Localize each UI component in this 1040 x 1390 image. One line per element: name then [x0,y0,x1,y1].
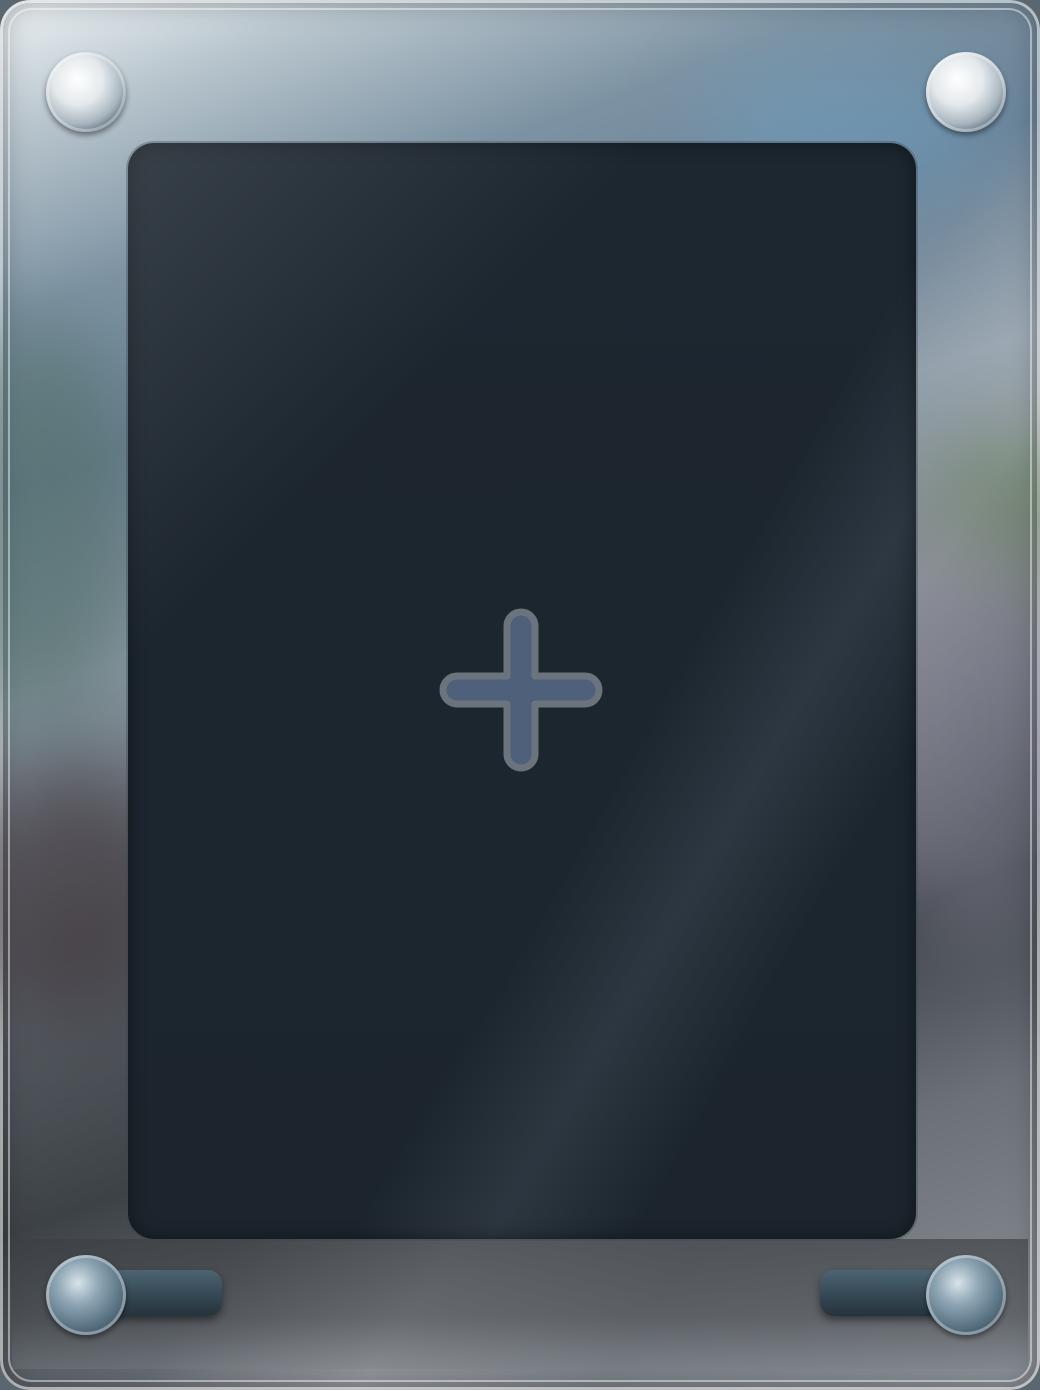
bolt-icon [46,52,126,132]
bolt-icon [926,1255,1006,1335]
bolt-icon [46,1255,126,1335]
card-frame [0,0,1040,1390]
bolt-icon [926,52,1006,132]
plus-icon[interactable] [437,606,605,774]
